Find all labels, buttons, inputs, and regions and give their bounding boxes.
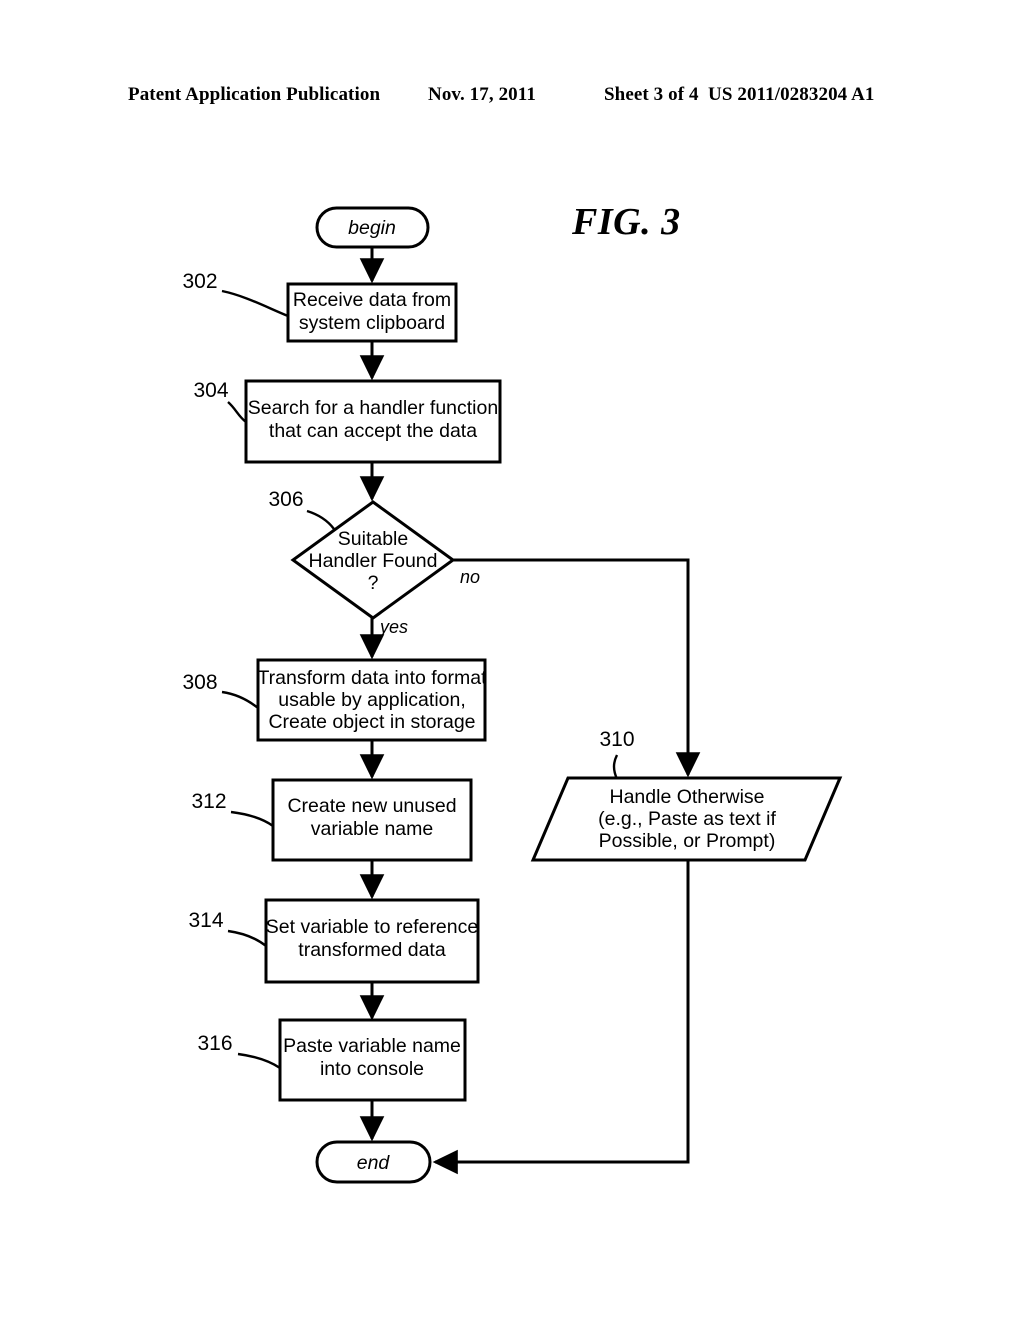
io-310-line-3: Possible, or Prompt) [599,830,776,852]
reference-numeral-306: 306 [268,488,303,511]
process-308-line-2: usable by application, [278,689,466,711]
process-304-line-2: that can accept the data [269,420,477,442]
decision-306-line-3: ? [368,572,379,594]
leader-line-310 [612,754,619,780]
branch-label-no: no [460,567,480,587]
terminal-begin-label: begin [348,217,396,239]
process-302-line-1: Receive data from [293,289,451,311]
leader-line-302 [221,289,289,318]
process-314-line-2: transformed data [298,939,446,961]
reference-numeral-304: 304 [193,379,228,402]
decision-306-line-1: Suitable [338,528,408,550]
leader-line-316 [237,1052,281,1070]
connector-306-no-to-310 [453,558,701,778]
process-304-line-1: Search for a handler function [248,397,498,419]
leader-line-314 [227,929,267,947]
process-314-line-1: Set variable to reference [266,916,478,938]
reference-numeral-308: 308 [182,671,217,694]
reference-numeral-314: 314 [188,909,223,932]
branch-label-yes: yes [378,617,408,637]
io-310-line-1: Handle Otherwise [610,786,765,808]
reference-numeral-310: 310 [599,728,634,751]
leader-line-312 [230,810,274,827]
process-308-line-1: Transform data into format [257,667,487,689]
patent-drawing-page: Patent Application Publication Nov. 17, … [0,0,1024,1320]
leader-line-304 [227,401,247,423]
process-316-line-2: into console [320,1058,424,1080]
leader-line-306 [306,509,335,530]
leader-line-308 [221,690,259,709]
process-308-line-3: Create object in storage [268,711,475,733]
process-312-line-1: Create new unused [287,795,456,817]
process-312-line-2: variable name [311,818,433,840]
reference-numeral-316: 316 [197,1032,232,1055]
decision-306-line-2: Handler Found [309,550,438,572]
io-310-line-2: (e.g., Paste as text if [598,808,776,830]
flowchart-diagram: begin Receive data from system clipboard… [182,206,843,1184]
reference-numeral-312: 312 [191,790,226,813]
process-316-line-1: Paste variable name [283,1035,461,1057]
terminal-end-label: end [357,1152,391,1174]
process-302-line-2: system clipboard [299,312,445,334]
reference-numeral-302: 302 [182,270,217,293]
